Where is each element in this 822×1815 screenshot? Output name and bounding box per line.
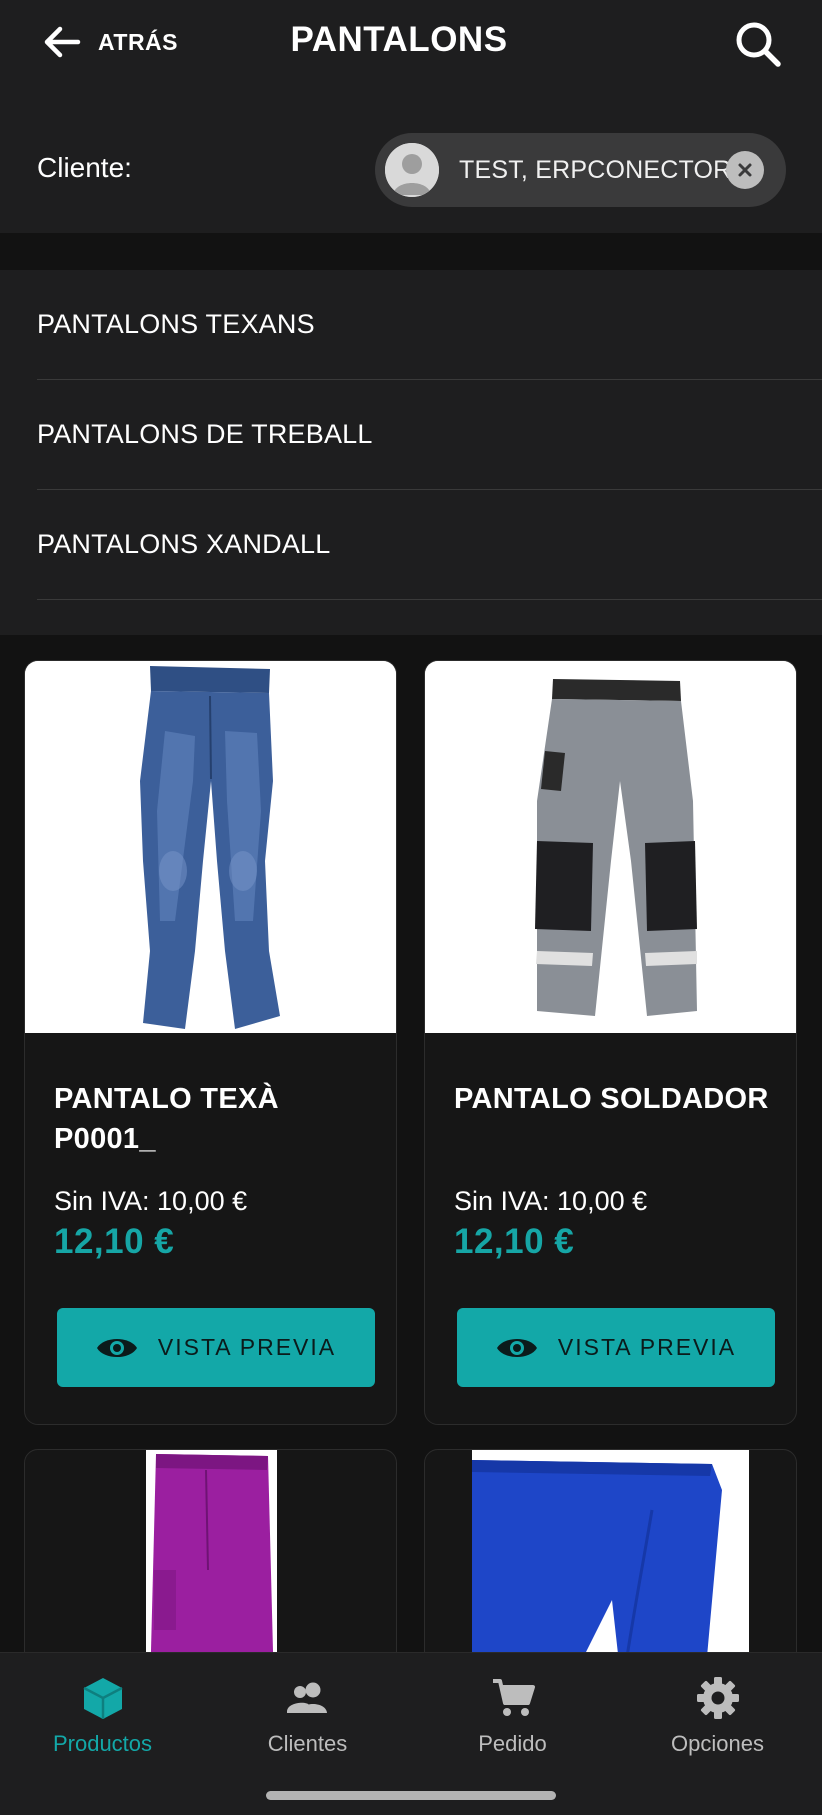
product-price: 12,10 € bbox=[54, 1222, 175, 1261]
home-indicator[interactable] bbox=[266, 1791, 556, 1800]
subcategory-label: PANTALONS XANDALL bbox=[37, 529, 331, 559]
nav-label: Productos bbox=[52, 1731, 153, 1756]
subcategory-label: PANTALONS DE TREBALL bbox=[37, 419, 373, 449]
cart-icon bbox=[492, 1679, 535, 1716]
product-image bbox=[25, 661, 396, 1033]
subcategory-item[interactable]: PANTALONS TEXANS bbox=[37, 270, 822, 380]
nav-label: Clientes bbox=[267, 1731, 348, 1756]
subcategory-item[interactable]: PANTALONS XANDALL bbox=[37, 490, 822, 600]
nav-opciones[interactable]: Opciones bbox=[615, 1675, 820, 1765]
preview-button[interactable]: VISTA PREVIA bbox=[57, 1308, 375, 1387]
product-name: PANTALO TEXÀ P0001_ bbox=[54, 1083, 279, 1155]
eye-icon bbox=[96, 1338, 137, 1357]
search-button[interactable] bbox=[732, 18, 784, 70]
search-icon bbox=[736, 22, 781, 67]
gear-icon bbox=[696, 1677, 739, 1719]
product-card[interactable]: PANTALO TEXÀ P0001_ Sin IVA: 10,00 € 12,… bbox=[24, 660, 397, 1425]
work-trousers-image bbox=[425, 661, 796, 1033]
eye-icon bbox=[496, 1338, 537, 1357]
user-avatar-icon bbox=[385, 143, 439, 197]
product-price-net: Sin IVA: 10,00 € bbox=[54, 1186, 248, 1216]
nav-pedido[interactable]: Pedido bbox=[410, 1675, 615, 1765]
avatar bbox=[385, 143, 439, 197]
clear-client-button[interactable] bbox=[726, 151, 764, 189]
nav-clientes[interactable]: Clientes bbox=[205, 1675, 410, 1765]
jeans-image bbox=[25, 661, 396, 1033]
page-title: PANTALONS bbox=[290, 20, 508, 59]
subcategory-item[interactable]: PANTALONS DE TREBALL bbox=[37, 380, 822, 490]
client-chip[interactable]: TEST, ERPCONECTOR bbox=[375, 133, 786, 207]
client-label: Cliente: bbox=[37, 152, 132, 183]
product-image bbox=[425, 661, 796, 1033]
preview-button-label: VISTA PREVIA bbox=[157, 1334, 337, 1360]
product-price: 12,10 € bbox=[454, 1222, 575, 1261]
client-name: TEST, ERPCONECTOR bbox=[459, 155, 732, 184]
nav-productos[interactable]: Productos bbox=[0, 1675, 205, 1765]
product-price-net: Sin IVA: 10,00 € bbox=[454, 1186, 648, 1216]
preview-button-label: VISTA PREVIA bbox=[557, 1334, 737, 1360]
users-icon bbox=[286, 1682, 327, 1713]
nav-label: Opciones bbox=[671, 1731, 764, 1756]
preview-button[interactable]: VISTA PREVIA bbox=[457, 1308, 775, 1387]
subcategory-list: PANTALONS TEXANS PANTALONS DE TREBALL PA… bbox=[0, 270, 822, 635]
product-name: PANTALO SOLDADOR bbox=[454, 1083, 769, 1115]
close-icon bbox=[738, 163, 752, 177]
cube-icon bbox=[82, 1678, 123, 1719]
subcategory-label: PANTALONS TEXANS bbox=[37, 309, 315, 339]
nav-label: Pedido bbox=[478, 1731, 547, 1756]
product-card[interactable]: PANTALO SOLDADOR Sin IVA: 10,00 € 12,10 … bbox=[424, 660, 797, 1425]
app-header: ATRÁS PANTALONS Cliente: TEST, ERPCONECT… bbox=[0, 0, 822, 233]
